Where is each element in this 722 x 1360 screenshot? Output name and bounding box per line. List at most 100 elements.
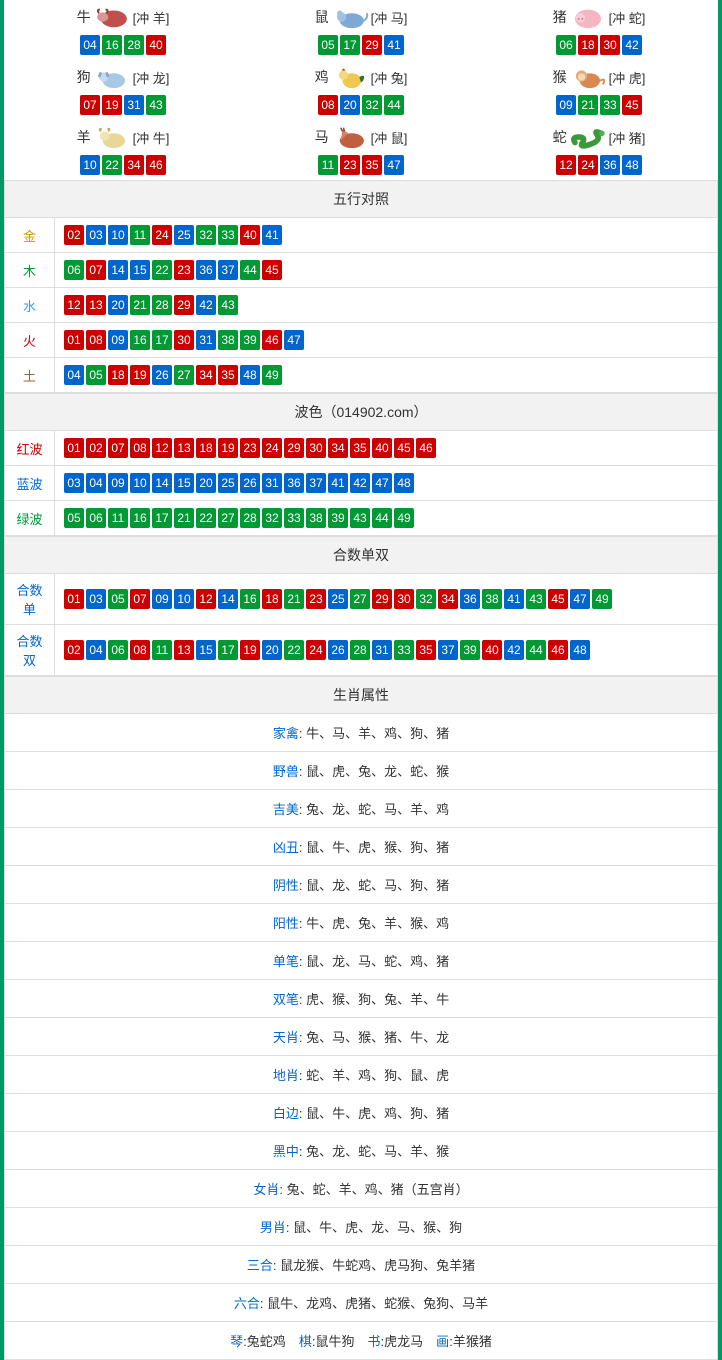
number-ball: 49 [262,365,282,385]
footer-val: 虎龙马 [384,1334,423,1349]
attr-row: 家禽: 牛、马、羊、鸡、狗、猪 [5,714,718,752]
attr-val: 鼠、龙、蛇、马、狗、猪 [306,878,449,893]
zodiac-conflict: [冲 羊] [133,8,170,27]
number-ball: 26 [328,640,348,660]
number-ball: 33 [284,508,304,528]
attr-val: 兔、马、猴、猪、牛、龙 [306,1030,449,1045]
number-ball: 10 [130,473,150,493]
attr-row: 单笔: 鼠、龙、马、蛇、鸡、猪 [5,942,718,980]
number-ball: 11 [152,640,172,660]
number-ball: 41 [262,225,282,245]
zodiac-conflict: [冲 蛇] [609,8,646,27]
number-ball: 34 [438,589,458,609]
zodiac-balls: 05172941 [242,34,480,56]
footer-val: 兔蛇鸡 [247,1334,286,1349]
number-ball: 01 [64,438,84,458]
number-ball: 45 [394,438,414,458]
attr-key: 男肖 [260,1220,286,1235]
number-ball: 42 [196,295,216,315]
number-ball: 40 [372,438,392,458]
row-balls: 06071415222336374445 [55,253,718,288]
attr-val: 兔、蛇、羊、鸡、猪（五宫肖） [287,1182,469,1197]
row-label: 绿波 [5,501,55,536]
number-ball: 15 [130,260,150,280]
number-ball: 23 [240,438,260,458]
number-ball: 11 [318,155,338,175]
number-ball: 35 [350,438,370,458]
number-ball: 31 [372,640,392,660]
number-ball: 45 [622,95,642,115]
footer-key: 棋 [299,1334,312,1349]
number-ball: 19 [130,365,150,385]
number-ball: 26 [240,473,260,493]
number-ball: 33 [394,640,414,660]
row-balls: 0108091617303138394647 [55,323,718,358]
number-ball: 33 [600,95,620,115]
attr-key: 地肖 [273,1068,299,1083]
number-ball: 06 [86,508,106,528]
number-ball: 39 [460,640,480,660]
number-ball: 19 [102,95,122,115]
attr-val: 蛇、羊、鸡、狗、鼠、虎 [306,1068,449,1083]
attr-row: 阳性: 牛、虎、兔、羊、猴、鸡 [5,904,718,942]
row-label: 合数单 [5,574,55,625]
number-ball: 37 [438,640,458,660]
number-ball: 18 [196,438,216,458]
number-ball: 20 [196,473,216,493]
number-ball: 48 [394,473,414,493]
number-ball: 24 [578,155,598,175]
attr-val: 虎、猴、狗、兔、羊、牛 [306,992,449,1007]
number-ball: 17 [152,508,172,528]
wave-header: 波色（014902.com） [5,394,718,431]
zodiac-grid: 牛 [冲 羊] 04162840 鼠 [冲 马] 05172941 猪 [冲 蛇… [4,0,718,180]
number-ball: 01 [64,330,84,350]
number-ball: 32 [416,589,436,609]
number-ball: 38 [306,508,326,528]
attr-val: 鼠、牛、虎、猴、狗、猪 [306,840,449,855]
number-ball: 11 [108,508,128,528]
number-ball: 42 [350,473,370,493]
number-ball: 21 [284,589,304,609]
attr-row: 三合: 鼠龙猴、牛蛇鸡、虎马狗、兔羊猪 [5,1246,718,1284]
number-ball: 40 [240,225,260,245]
number-ball: 16 [130,330,150,350]
attr-key: 单笔 [273,954,299,969]
number-ball: 06 [64,260,84,280]
number-ball: 43 [146,95,166,115]
number-ball: 43 [218,295,238,315]
attr-key: 三合 [247,1258,273,1273]
zodiac-label-row: 马 [冲 鼠] [242,124,480,150]
number-ball: 24 [306,640,326,660]
zodiac-icon [93,124,131,150]
attr-key: 白边 [273,1106,299,1121]
attr-val: 兔、龙、蛇、马、羊、鸡 [306,802,449,817]
number-ball: 30 [306,438,326,458]
row-balls: 0204060811131517192022242628313335373940… [55,625,718,676]
zodiac-label-row: 羊 [冲 牛] [4,124,242,150]
number-ball: 13 [174,640,194,660]
footer-key: 琴 [230,1334,243,1349]
zodiac-cell: 猪 [冲 蛇] 06183042 [480,0,718,60]
number-ball: 10 [174,589,194,609]
number-ball: 36 [196,260,216,280]
number-ball: 27 [174,365,194,385]
number-ball: 32 [362,95,382,115]
five-elements-header: 五行对照 [5,181,718,218]
number-ball: 04 [64,365,84,385]
number-ball: 27 [350,589,370,609]
number-ball: 10 [108,225,128,245]
number-ball: 38 [218,330,238,350]
zodiac-balls: 11233547 [242,154,480,176]
footer-row: 琴:兔蛇鸡 棋:鼠牛狗 书:虎龙马 画:羊猴猪 [5,1322,718,1360]
number-ball: 15 [174,473,194,493]
zodiac-icon [569,64,607,90]
number-ball: 22 [284,640,304,660]
number-ball: 22 [196,508,216,528]
number-ball: 13 [86,295,106,315]
attr-colon: : [279,1182,286,1197]
number-ball: 34 [196,365,216,385]
attr-key: 阴性 [273,878,299,893]
number-ball: 44 [372,508,392,528]
number-ball: 35 [416,640,436,660]
number-ball: 09 [152,589,172,609]
